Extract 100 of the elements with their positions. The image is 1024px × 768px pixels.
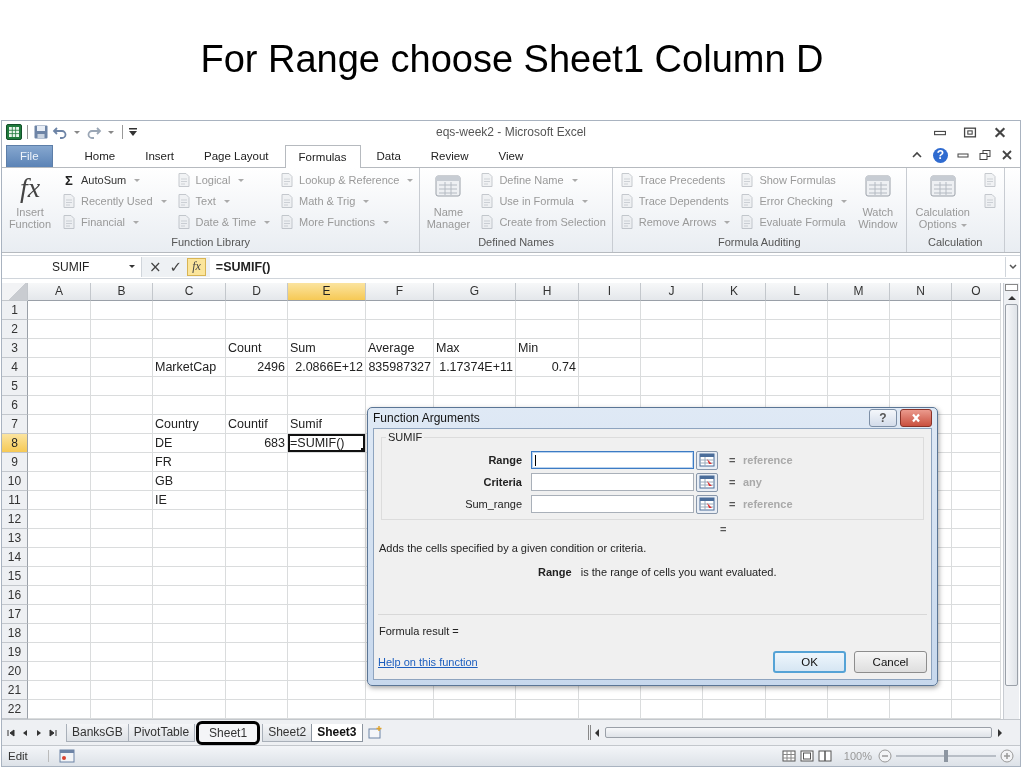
zoom-out-icon[interactable] bbox=[878, 749, 892, 764]
page-layout-icon[interactable] bbox=[799, 750, 814, 763]
table-cell[interactable] bbox=[226, 471, 288, 491]
caret-icon[interactable] bbox=[74, 131, 80, 134]
table-cell[interactable] bbox=[703, 376, 766, 396]
table-cell[interactable] bbox=[153, 319, 226, 339]
new-sheet-icon[interactable] bbox=[366, 725, 383, 740]
column-header[interactable]: D bbox=[226, 282, 288, 301]
table-cell[interactable] bbox=[226, 623, 288, 643]
table-cell[interactable] bbox=[288, 661, 366, 681]
ribbon-tab[interactable]: Review bbox=[416, 144, 483, 167]
table-cell[interactable] bbox=[288, 680, 366, 700]
table-cell[interactable] bbox=[28, 566, 91, 586]
table-cell[interactable] bbox=[91, 585, 153, 605]
table-cell[interactable] bbox=[952, 680, 1001, 700]
table-cell[interactable] bbox=[91, 680, 153, 700]
table-cell[interactable] bbox=[952, 661, 1001, 681]
table-cell[interactable] bbox=[153, 680, 226, 700]
table-cell[interactable] bbox=[226, 509, 288, 529]
range-picker-button[interactable] bbox=[696, 472, 718, 492]
table-cell[interactable] bbox=[226, 604, 288, 624]
input-field[interactable] bbox=[531, 473, 694, 491]
table-cell[interactable] bbox=[288, 547, 366, 567]
table-cell[interactable] bbox=[952, 452, 1001, 472]
table-cell[interactable] bbox=[28, 357, 91, 377]
table-cell[interactable]: Sum bbox=[288, 338, 366, 358]
table-cell[interactable] bbox=[890, 357, 952, 377]
table-cell[interactable]: Sumif bbox=[288, 414, 366, 434]
table-cell[interactable] bbox=[288, 300, 366, 320]
table-cell[interactable] bbox=[366, 376, 434, 396]
table-cell[interactable] bbox=[153, 623, 226, 643]
first-sheet-icon[interactable] bbox=[6, 727, 16, 738]
table-cell[interactable] bbox=[153, 566, 226, 586]
table-cell[interactable] bbox=[766, 357, 828, 377]
spreadsheet-icon[interactable] bbox=[6, 124, 22, 141]
table-cell[interactable] bbox=[516, 376, 579, 396]
table-cell[interactable] bbox=[516, 300, 579, 320]
table-cell[interactable] bbox=[28, 604, 91, 624]
table-cell[interactable] bbox=[952, 395, 1001, 415]
close-button[interactable] bbox=[900, 409, 932, 427]
ribbon-tab[interactable]: Page Layout bbox=[190, 144, 283, 167]
last-sheet-icon[interactable] bbox=[48, 727, 58, 738]
table-cell[interactable] bbox=[91, 661, 153, 681]
caret-icon[interactable] bbox=[108, 131, 114, 134]
table-cell[interactable] bbox=[28, 490, 91, 510]
table-cell[interactable] bbox=[91, 699, 153, 719]
ribbon-button[interactable]: Σ AutoSum bbox=[58, 169, 170, 191]
table-cell[interactable] bbox=[91, 566, 153, 586]
table-cell[interactable] bbox=[703, 319, 766, 339]
table-cell[interactable] bbox=[28, 699, 91, 719]
table-cell[interactable]: Average bbox=[366, 338, 434, 358]
table-cell[interactable] bbox=[28, 509, 91, 529]
ribbon-tab[interactable]: View bbox=[484, 144, 538, 167]
table-cell[interactable] bbox=[153, 585, 226, 605]
table-cell[interactable] bbox=[153, 642, 226, 662]
table-cell[interactable] bbox=[91, 509, 153, 529]
table-cell[interactable]: IE bbox=[153, 490, 226, 510]
table-cell[interactable] bbox=[952, 357, 1001, 377]
table-cell[interactable] bbox=[766, 376, 828, 396]
table-cell[interactable] bbox=[153, 604, 226, 624]
table-cell[interactable] bbox=[153, 699, 226, 719]
scroll-thumb[interactable] bbox=[1005, 303, 1018, 686]
table-cell[interactable] bbox=[579, 357, 641, 377]
table-cell[interactable] bbox=[766, 319, 828, 339]
table-cell[interactable] bbox=[579, 338, 641, 358]
table-cell[interactable] bbox=[828, 338, 890, 358]
table-cell[interactable] bbox=[579, 319, 641, 339]
column-header[interactable]: H bbox=[516, 282, 579, 301]
table-cell[interactable] bbox=[828, 357, 890, 377]
column-header[interactable]: N bbox=[890, 282, 952, 301]
cancel-button[interactable]: × bbox=[146, 257, 165, 276]
table-cell[interactable] bbox=[91, 376, 153, 396]
table-cell[interactable] bbox=[153, 528, 226, 548]
table-cell[interactable] bbox=[226, 661, 288, 681]
table-cell[interactable] bbox=[91, 452, 153, 472]
table-cell[interactable] bbox=[703, 338, 766, 358]
restore-icon[interactable] bbox=[962, 126, 978, 139]
page-break-icon[interactable] bbox=[817, 750, 832, 763]
table-cell[interactable] bbox=[91, 642, 153, 662]
table-cell[interactable] bbox=[288, 585, 366, 605]
table-cell[interactable] bbox=[226, 699, 288, 719]
table-cell[interactable] bbox=[703, 357, 766, 377]
sheet-tab[interactable]: Sheet1 bbox=[196, 720, 261, 745]
column-header[interactable]: C bbox=[153, 282, 226, 301]
table-cell[interactable] bbox=[952, 509, 1001, 529]
table-cell[interactable]: 835987327 bbox=[366, 357, 434, 377]
column-header[interactable]: J bbox=[641, 282, 703, 301]
table-cell[interactable] bbox=[641, 376, 703, 396]
table-cell[interactable] bbox=[890, 338, 952, 358]
table-cell[interactable] bbox=[952, 490, 1001, 510]
table-cell[interactable] bbox=[288, 642, 366, 662]
table-cell[interactable] bbox=[28, 680, 91, 700]
close-icon[interactable] bbox=[992, 126, 1008, 139]
table-cell[interactable]: Country bbox=[153, 414, 226, 434]
macro-record-icon[interactable] bbox=[59, 748, 75, 765]
table-cell[interactable]: 683 bbox=[226, 433, 288, 453]
close-icon[interactable] bbox=[1000, 149, 1014, 162]
table-cell[interactable] bbox=[28, 338, 91, 358]
column-header[interactable]: I bbox=[579, 282, 641, 301]
table-cell[interactable] bbox=[91, 604, 153, 624]
